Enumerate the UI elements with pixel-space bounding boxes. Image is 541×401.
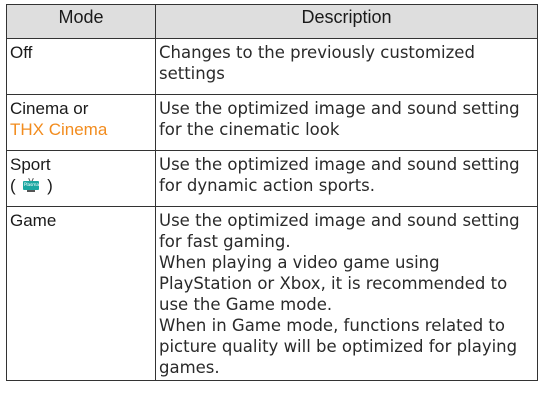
mode-description-table: Mode Description Off Changes to the prev… bbox=[6, 4, 538, 381]
plasma-only-note: ( Plasma ) bbox=[10, 175, 151, 196]
description-paragraph: When playing a video game using PlayStat… bbox=[159, 253, 508, 314]
note-open-paren: ( bbox=[10, 176, 16, 195]
description-cell: Use the optimized image and sound settin… bbox=[155, 150, 538, 207]
table-row-off: Off Changes to the previously customized… bbox=[6, 38, 538, 95]
table-row-cinema: Cinema or THX Cinema Use the optimized i… bbox=[6, 94, 538, 151]
mode-cell: Cinema or THX Cinema bbox=[6, 94, 156, 151]
mode-name: Cinema or bbox=[10, 99, 89, 118]
mode-cell: Game bbox=[6, 206, 156, 381]
description-paragraph: When in Game mode, functions related to … bbox=[159, 316, 518, 377]
mode-name: Game bbox=[10, 211, 57, 230]
description-cell: Changes to the previously customized set… bbox=[155, 38, 538, 95]
table-header-row: Mode Description bbox=[6, 4, 538, 39]
mode-name: Off bbox=[10, 43, 33, 62]
table-row-sport: Sport ( Plasma ) Use the optimized image… bbox=[6, 150, 538, 207]
plasma-tv-icon: Plasma bbox=[23, 177, 40, 193]
mode-cell: Sport ( Plasma ) bbox=[6, 150, 156, 207]
mode-cell: Off bbox=[6, 38, 156, 95]
mode-name-thx: THX Cinema bbox=[10, 120, 108, 139]
mode-name: Sport bbox=[10, 155, 51, 174]
plasma-icon-label: Plasma bbox=[23, 183, 39, 188]
table-row-game: Game Use the optimized image and sound s… bbox=[6, 206, 538, 381]
note-close-paren: ) bbox=[47, 176, 53, 195]
header-description: Description bbox=[155, 4, 538, 39]
description-cell: Use the optimized image and sound settin… bbox=[155, 94, 538, 151]
description-cell: Use the optimized image and sound settin… bbox=[155, 206, 538, 381]
description-paragraph: Use the optimized image and sound settin… bbox=[159, 211, 520, 251]
header-mode: Mode bbox=[6, 4, 156, 39]
